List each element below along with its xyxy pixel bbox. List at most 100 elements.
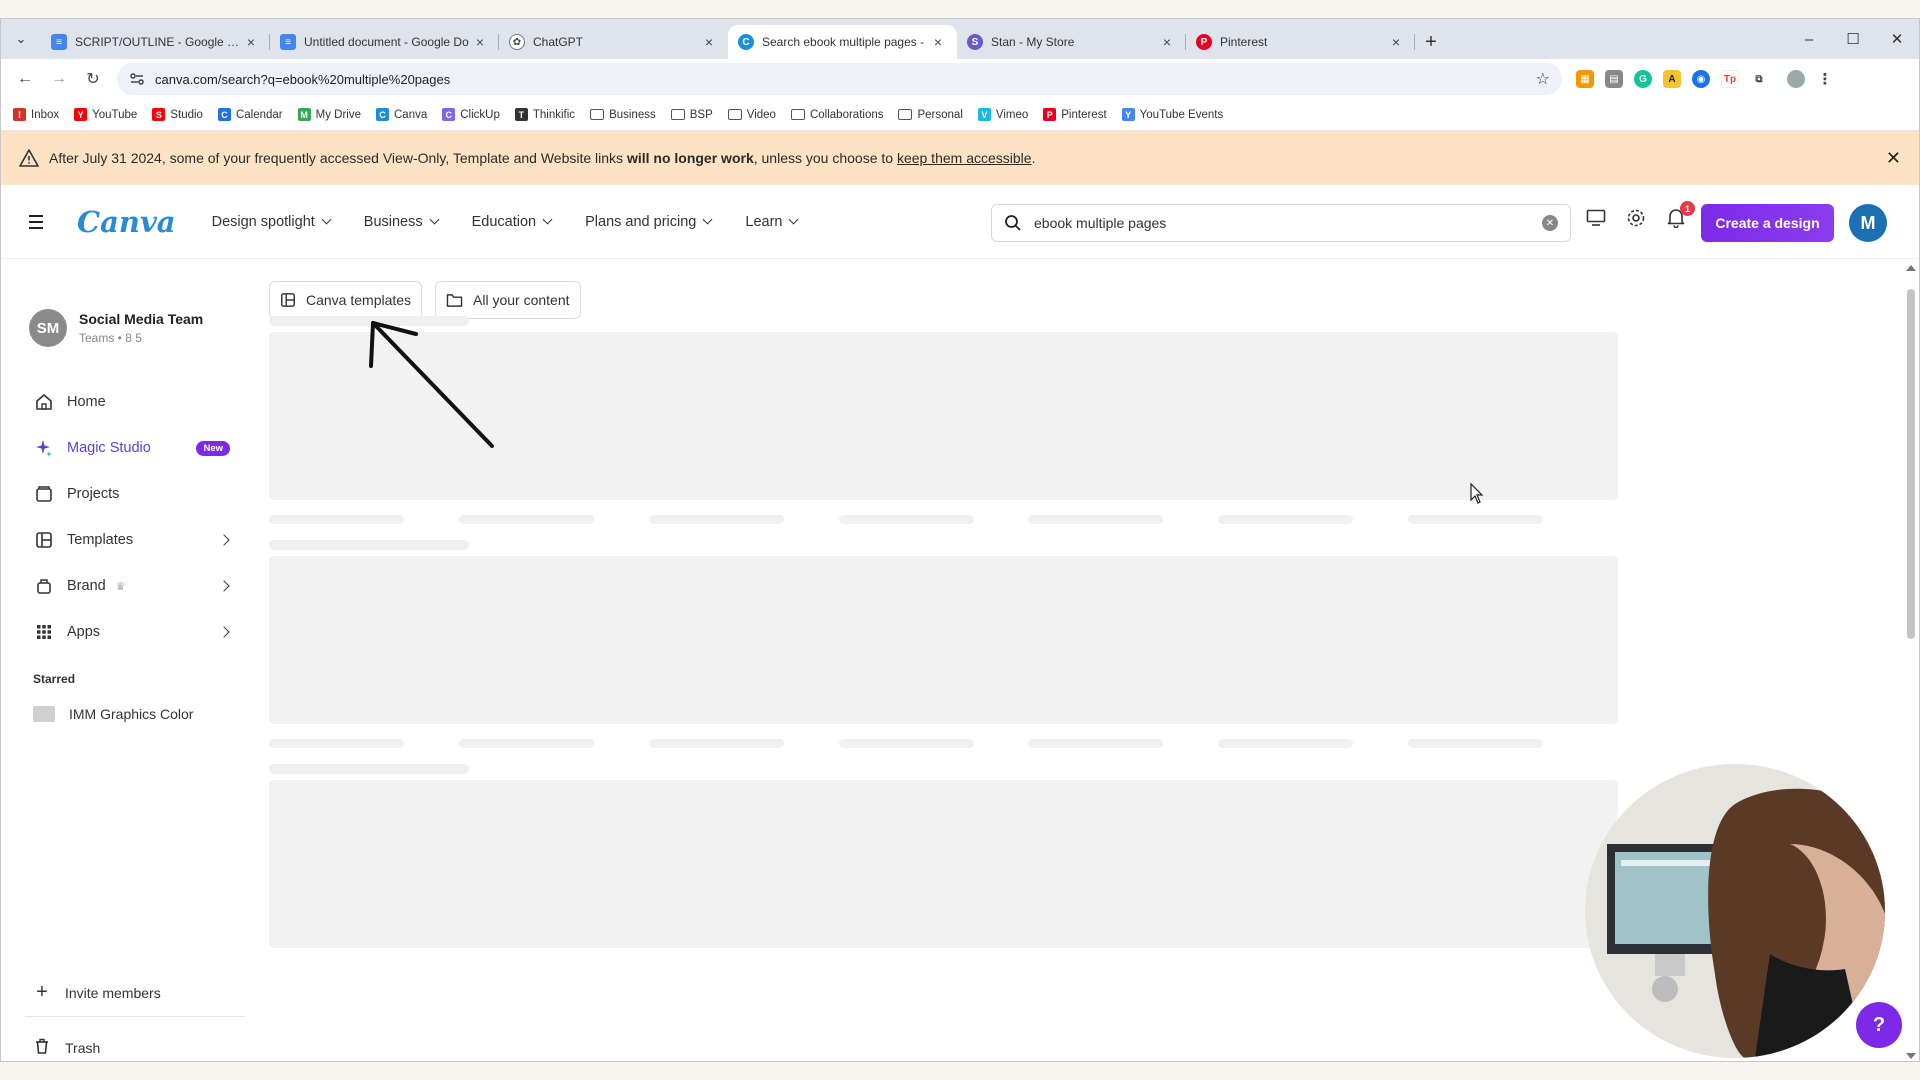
close-icon[interactable]: × — [471, 34, 489, 50]
bell-icon[interactable]: 1 — [1665, 201, 1695, 229]
browser-tab[interactable]: ✿ ChatGPT × — [499, 25, 728, 59]
bookmark-item[interactable]: I Inbox — [13, 108, 59, 121]
bookmark-item[interactable]: Collaborations — [790, 109, 883, 121]
canva-logo[interactable]: Canva — [77, 205, 176, 239]
starred-item-label: IMM Graphics Color — [69, 706, 194, 722]
bookmark-item[interactable]: S Studio — [152, 108, 203, 121]
bookmark-item[interactable]: P Pinterest — [1043, 108, 1107, 121]
scrollbar-thumb[interactable] — [1907, 289, 1915, 639]
extension-icon[interactable]: ▦ — [1576, 70, 1594, 88]
close-icon[interactable]: × — [242, 34, 260, 50]
more-menu-icon[interactable]: ⋮ — [1816, 70, 1834, 88]
forward-arrow-icon[interactable]: → — [45, 65, 73, 93]
new-tab-plus-icon[interactable]: + — [1415, 25, 1447, 59]
trash-button[interactable]: Trash — [33, 1037, 100, 1058]
sidebar-item-brand[interactable]: Brand ♛ — [33, 563, 238, 609]
url-text[interactable]: canva.com/search?q=ebook%20multiple%20pa… — [155, 72, 1536, 87]
browser-tab[interactable]: S Stan - My Store × — [957, 25, 1186, 59]
puzzle-extensions-icon[interactable]: ⧉ — [1750, 70, 1768, 88]
chevron-right-icon[interactable] — [218, 534, 230, 546]
filter-all-your-content[interactable]: All your content — [435, 281, 581, 319]
keep-accessible-link[interactable]: keep them accessible — [897, 150, 1032, 166]
reload-icon[interactable]: ↻ — [79, 65, 107, 93]
nav-learn[interactable]: Learn — [745, 214, 799, 230]
close-icon[interactable]: ✕ — [1886, 148, 1901, 169]
skeleton-card — [839, 556, 1049, 724]
clear-search-icon[interactable]: ✕ — [1542, 215, 1558, 231]
bookmark-item[interactable]: V Vimeo — [977, 108, 1028, 121]
gear-icon[interactable] — [1625, 207, 1647, 229]
bookmark-label: Business — [609, 108, 656, 121]
invite-members-button[interactable]: + Invite members — [33, 981, 161, 1004]
extension-icon[interactable]: A — [1663, 70, 1681, 88]
skeleton-caption — [1218, 739, 1353, 748]
scrollbar[interactable] — [1901, 259, 1919, 1061]
sidebar-item-magic-studio[interactable]: Magic Studio New — [33, 425, 238, 471]
site-settings-icon[interactable] — [129, 71, 145, 87]
search-input[interactable]: ebook multiple pages ✕ — [991, 204, 1571, 242]
bookmark-item[interactable]: Y YouTube Events — [1121, 108, 1223, 121]
sidebar-item-apps[interactable]: Apps — [33, 609, 238, 655]
close-icon[interactable]: × — [1387, 34, 1405, 50]
close-icon[interactable]: × — [929, 34, 947, 50]
avatar[interactable]: M — [1849, 204, 1887, 242]
extension-icon[interactable]: ▤ — [1605, 70, 1623, 88]
search-value[interactable]: ebook multiple pages — [1034, 215, 1542, 231]
create-design-button[interactable]: Create a design — [1701, 204, 1834, 242]
hamburger-menu-icon[interactable] — [29, 214, 51, 229]
bookmark-item[interactable]: C ClickUp — [442, 108, 500, 121]
sidebar-item-home[interactable]: Home — [33, 379, 238, 425]
browser-tab-active[interactable]: C Search ebook multiple pages - × — [728, 25, 957, 59]
bookmark-item[interactable]: Business — [590, 109, 656, 121]
desktop-app-icon[interactable] — [1585, 207, 1607, 229]
nav-design-spotlight[interactable]: Design spotlight — [212, 214, 332, 230]
sidebar-item-projects[interactable]: Projects — [33, 471, 238, 517]
webcam-video-overlay — [1585, 764, 1885, 1058]
bookmark-label: Calendar — [235, 108, 283, 121]
starred-folder-item[interactable]: IMM Graphics Color — [33, 706, 193, 722]
bookmark-item[interactable]: T Thinkific — [514, 108, 575, 121]
help-button[interactable]: ? — [1856, 1002, 1902, 1048]
extension-icon[interactable]: ◉ — [1692, 70, 1710, 88]
skeleton-card — [839, 332, 1049, 500]
chevron-right-icon[interactable] — [218, 626, 230, 638]
extension-icon[interactable]: Tp — [1721, 70, 1739, 88]
nav-education[interactable]: Education — [472, 214, 553, 230]
browser-tab[interactable]: ≡ Untitled document - Google Do × — [270, 25, 499, 59]
browser-tab[interactable]: P Pinterest × — [1186, 25, 1415, 59]
bookmark-item[interactable]: C Canva — [376, 108, 427, 121]
minimize-icon[interactable]: – — [1787, 31, 1831, 48]
profile-avatar-icon[interactable] — [1787, 70, 1805, 88]
bookmark-item[interactable]: Video — [727, 109, 776, 121]
skeleton-card — [1028, 332, 1238, 500]
nav-plans-pricing[interactable]: Plans and pricing — [585, 214, 713, 230]
scroll-down-icon[interactable] — [1906, 1053, 1916, 1059]
grammarly-icon[interactable]: G — [1634, 70, 1652, 88]
browser-tab[interactable]: ≡ SCRIPT/OUTLINE - Google Doc × — [41, 25, 270, 59]
bookmark-item[interactable]: M My Drive — [297, 108, 361, 121]
back-arrow-icon[interactable]: ← — [11, 65, 39, 93]
bookmark-item[interactable]: BSP — [670, 109, 713, 121]
skeleton-card — [839, 780, 1049, 948]
maximize-icon[interactable]: ☐ — [1831, 30, 1875, 48]
skeleton-caption — [1408, 739, 1543, 748]
skeleton-card — [1408, 556, 1618, 724]
close-icon[interactable]: × — [700, 34, 718, 50]
tab-title: SCRIPT/OUTLINE - Google Doc — [75, 35, 242, 49]
filter-canva-templates[interactable]: Canva templates — [269, 281, 423, 319]
bookmark-item[interactable]: Y YouTube — [74, 108, 137, 121]
chevron-right-icon[interactable] — [218, 580, 230, 592]
sidebar-item-templates[interactable]: Templates — [33, 517, 238, 563]
close-icon[interactable]: × — [1158, 34, 1176, 50]
bookmark-star-icon[interactable]: ☆ — [1536, 69, 1550, 89]
team-switcher[interactable]: SM Social Media Team Teams • 8 5 — [29, 309, 203, 347]
tab-search-chevron-icon[interactable]: ⌄ — [1, 19, 41, 59]
skeleton-card — [459, 780, 669, 948]
address-bar[interactable]: canva.com/search?q=ebook%20multiple%20pa… — [117, 63, 1562, 95]
window-close-icon[interactable]: ✕ — [1875, 30, 1919, 48]
nav-business[interactable]: Business — [364, 214, 440, 230]
bookmark-item[interactable]: Personal — [898, 109, 963, 121]
brand-icon — [33, 577, 55, 595]
bookmark-item[interactable]: C Calendar — [217, 108, 283, 121]
scroll-up-icon[interactable] — [1906, 265, 1916, 271]
